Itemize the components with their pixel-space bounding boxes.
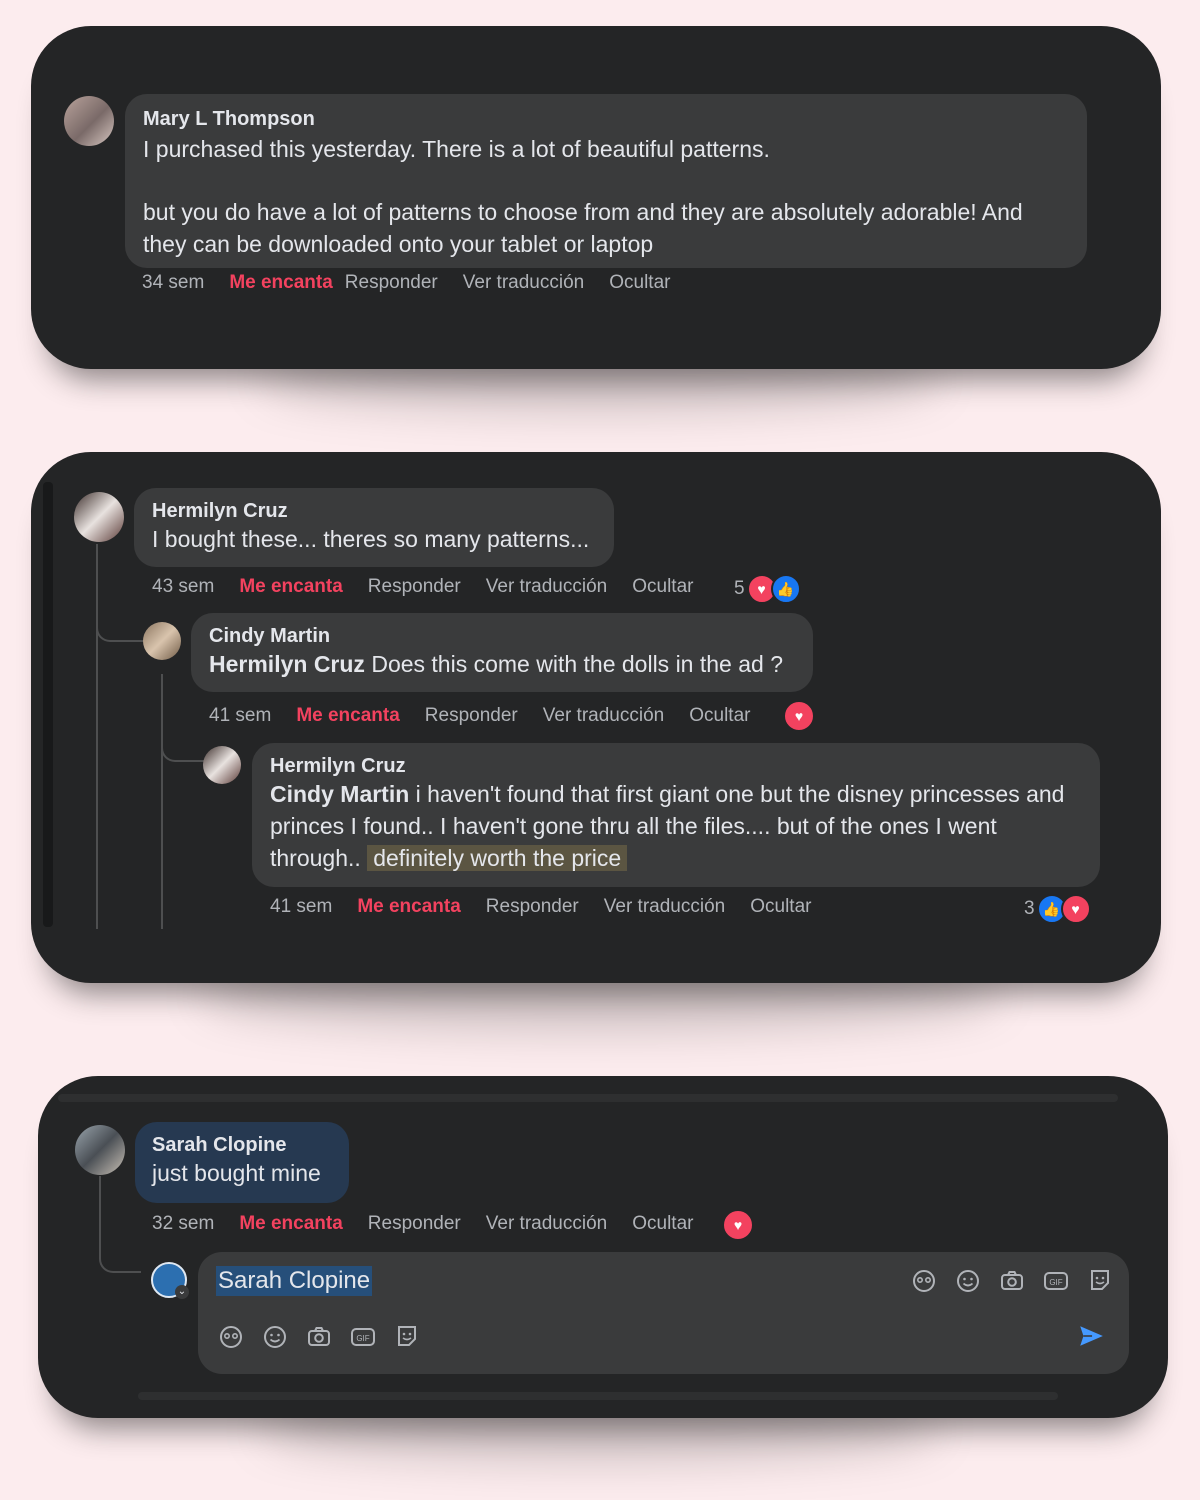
reaction-summary[interactable]: 3 👍 ♥ — [1024, 894, 1091, 924]
comment-bubble: Sarah Clopine just bought mine — [135, 1122, 349, 1203]
reaction-summary[interactable]: ♥ — [783, 700, 815, 732]
emoji-icon[interactable] — [262, 1324, 288, 1350]
gif-icon[interactable]: GIF — [350, 1324, 376, 1350]
reaction-summary[interactable]: ♥ — [722, 1209, 754, 1241]
avatar[interactable] — [203, 746, 241, 784]
sticker-icon[interactable] — [394, 1324, 420, 1350]
bottom-divider — [138, 1392, 1058, 1400]
comment-text-body: Does this come with the dolls in the ad … — [364, 651, 783, 677]
love-button[interactable]: Me encanta — [239, 1213, 342, 1235]
comment-time[interactable]: 43 sem — [152, 576, 214, 598]
hide-button[interactable]: Ocultar — [609, 272, 670, 294]
sticker-icon[interactable] — [1087, 1268, 1113, 1294]
translate-button[interactable]: Ver traducción — [604, 896, 725, 918]
comment-card-3: Sarah Clopine just bought mine 32 sem Me… — [38, 1076, 1168, 1418]
love-button[interactable]: Me encanta — [229, 272, 332, 294]
avatar-sticker-icon[interactable] — [218, 1324, 244, 1350]
reply-button[interactable]: Responder — [486, 896, 579, 918]
heart-reaction-icon: ♥ — [1060, 894, 1091, 924]
comment-time[interactable]: 41 sem — [209, 705, 271, 727]
emoji-icon[interactable] — [955, 1268, 981, 1294]
thread-line — [161, 742, 205, 762]
comment-bubble: Hermilyn Cruz I bought these... theres s… — [134, 488, 614, 567]
reply-composer[interactable]: Sarah Clopine GIF GIF — [198, 1252, 1129, 1374]
send-icon[interactable] — [1077, 1322, 1105, 1350]
thread-line — [161, 674, 163, 929]
reply-button[interactable]: Responder — [368, 1213, 461, 1235]
comment-time[interactable]: 41 sem — [270, 896, 332, 918]
heart-reaction-icon: ♥ — [722, 1209, 754, 1241]
avatar-dropdown-icon[interactable]: ⌄ — [175, 1285, 189, 1299]
translate-button[interactable]: Ver traducción — [486, 1213, 607, 1235]
hide-button[interactable]: Ocultar — [750, 896, 811, 918]
reaction-count: 5 — [734, 578, 745, 599]
love-button[interactable]: Me encanta — [239, 576, 342, 598]
comment-text: just bought mine — [152, 1160, 321, 1186]
thread-line — [99, 1176, 141, 1273]
reply-button[interactable]: Responder — [345, 272, 438, 294]
comment-text: but you do have a lot of patterns to cho… — [143, 199, 1023, 257]
comment-actions: 43 sem Me encanta Responder Ver traducci… — [152, 576, 718, 598]
translate-button[interactable]: Ver traducción — [543, 705, 664, 727]
svg-text:GIF: GIF — [356, 1334, 369, 1343]
heart-reaction-icon: ♥ — [783, 700, 815, 732]
gif-icon[interactable]: GIF — [1043, 1268, 1069, 1294]
reply-button[interactable]: Responder — [425, 705, 518, 727]
love-button[interactable]: Me encanta — [296, 705, 399, 727]
comment-bubble: Cindy Martin Hermilyn Cruz Does this com… — [191, 613, 813, 692]
reaction-count: 3 — [1024, 898, 1035, 919]
hide-button[interactable]: Ocultar — [632, 576, 693, 598]
thread-rail — [43, 482, 53, 927]
comment-actions: 34 sem Me encanta Responder Ver traducci… — [142, 272, 695, 294]
comment-text: I bought these... theres so many pattern… — [152, 526, 590, 552]
comment-card-2: Hermilyn Cruz I bought these... theres s… — [31, 452, 1161, 983]
composer-input[interactable]: Sarah Clopine — [216, 1266, 373, 1296]
comment-bubble: Hermilyn Cruz Cindy Martin i haven't fou… — [252, 743, 1100, 887]
translate-button[interactable]: Ver traducción — [486, 576, 607, 598]
top-divider — [58, 1094, 1118, 1102]
comment-text: Cindy Martin i haven't found that first … — [270, 778, 1082, 874]
svg-text:GIF: GIF — [1049, 1278, 1062, 1287]
comment-actions: 41 sem Me encanta Responder Ver traducci… — [270, 896, 836, 918]
avatar[interactable] — [64, 96, 114, 146]
avatar[interactable] — [75, 1125, 125, 1175]
comment-author[interactable]: Sarah Clopine — [152, 1134, 332, 1157]
thread-line — [96, 544, 98, 929]
comment-time[interactable]: 34 sem — [142, 272, 204, 294]
comment-actions: 41 sem Me encanta Responder Ver traducci… — [209, 705, 775, 727]
comment-author[interactable]: Cindy Martin — [209, 625, 795, 648]
comment-author[interactable]: Hermilyn Cruz — [152, 500, 596, 523]
hide-button[interactable]: Ocultar — [632, 1213, 693, 1235]
hide-button[interactable]: Ocultar — [689, 705, 750, 727]
comment-author[interactable]: Hermilyn Cruz — [270, 755, 1082, 778]
comment-card-1: Mary L Thompson I purchased this yesterd… — [31, 26, 1161, 369]
mention-link[interactable]: Cindy Martin — [270, 781, 409, 807]
comment-author[interactable]: Mary L Thompson — [143, 108, 1069, 131]
thread-line — [96, 622, 143, 642]
comment-bubble: Mary L Thompson I purchased this yesterd… — [125, 94, 1087, 268]
mention-link[interactable]: Hermilyn Cruz — [209, 651, 365, 677]
like-reaction-icon: 👍 — [770, 574, 801, 604]
camera-icon[interactable] — [306, 1324, 332, 1350]
comment-text: Hermilyn Cruz Does this come with the do… — [209, 648, 795, 680]
comment-time[interactable]: 32 sem — [152, 1213, 214, 1235]
avatar-sticker-icon[interactable] — [911, 1268, 937, 1294]
comment-actions: 32 sem Me encanta Responder Ver traducci… — [152, 1213, 718, 1235]
translate-button[interactable]: Ver traducción — [463, 272, 584, 294]
avatar[interactable] — [74, 492, 124, 542]
avatar[interactable] — [143, 622, 181, 660]
camera-icon[interactable] — [999, 1268, 1025, 1294]
reply-button[interactable]: Responder — [368, 576, 461, 598]
comment-text: I purchased this yesterday. There is a l… — [143, 136, 770, 162]
reaction-summary[interactable]: 5 ♥ 👍 — [734, 574, 801, 604]
highlighted-text: definitely worth the price — [367, 845, 628, 871]
love-button[interactable]: Me encanta — [357, 896, 460, 918]
